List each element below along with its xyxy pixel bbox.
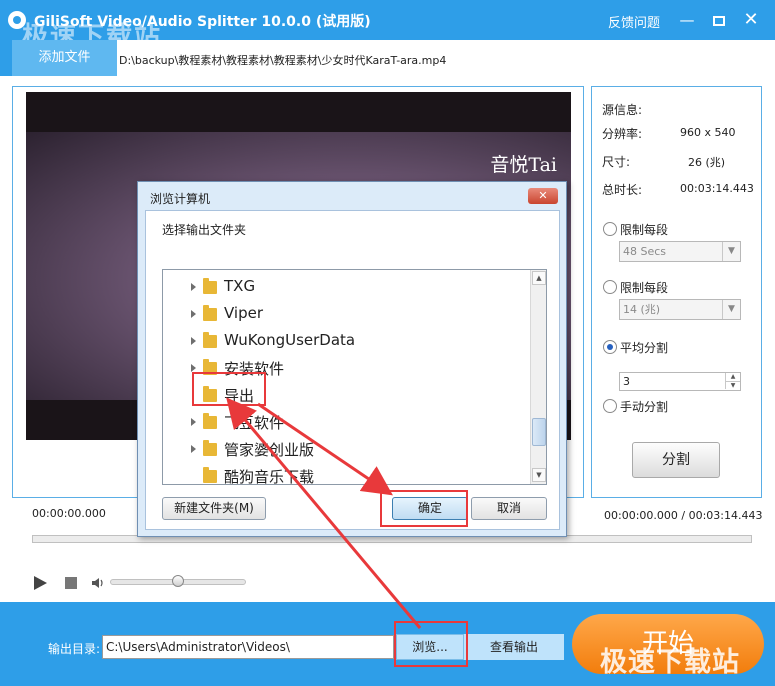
folder-label: 飞豆软件: [224, 414, 285, 432]
average-split-radio[interactable]: [603, 340, 617, 354]
folder-highlight-box: [192, 372, 266, 406]
scroll-thumb[interactable]: [532, 418, 546, 446]
duration-value: 00:03:14.443: [680, 182, 754, 195]
dialog-prompt: 选择输出文件夹: [162, 223, 247, 237]
folder-item[interactable]: 管家婆创业版: [163, 437, 530, 464]
split-settings-panel: 源信息: 分辨率: 960 x 540 尺寸: 26 (兆) 总时长: 00:0…: [591, 86, 762, 498]
manual-split-label[interactable]: 手动分割: [620, 398, 668, 415]
spin-up-icon[interactable]: ▲: [725, 373, 740, 381]
source-info-label: 源信息:: [602, 103, 643, 117]
folder-icon: [203, 278, 217, 294]
folder-item[interactable]: 酷狗音乐下载: [163, 464, 530, 485]
limit-size-select[interactable]: 14 (兆) ▼: [619, 299, 741, 320]
tree-scrollbar[interactable]: ▲ ▼: [530, 270, 546, 484]
resolution-label: 分辨率:: [602, 127, 643, 141]
close-button[interactable]: ✕: [738, 8, 764, 32]
folder-item[interactable]: TXG: [163, 275, 530, 302]
expand-arrow-icon[interactable]: [191, 364, 196, 372]
output-dir-input[interactable]: [102, 635, 394, 659]
video-caption: 音悦Tai: [490, 154, 557, 176]
duration-label: 总时长:: [602, 183, 643, 197]
dialog-title: 浏览计算机: [150, 192, 211, 206]
folder-icon: [203, 413, 217, 429]
output-dir-label: 输出目录:: [48, 642, 101, 656]
new-folder-button[interactable]: 新建文件夹(M): [162, 497, 266, 520]
add-file-button[interactable]: 添加文件: [12, 40, 117, 76]
folder-icon: [203, 467, 217, 483]
maximize-button[interactable]: [706, 8, 732, 32]
limit-time-label[interactable]: 限制每段: [620, 221, 668, 238]
chevron-down-icon: ▼: [722, 242, 740, 261]
expand-arrow-icon[interactable]: [191, 310, 196, 318]
folder-label: WuKongUserData: [224, 331, 356, 349]
browse-highlight-box: [394, 621, 468, 667]
folder-label: 酷狗音乐下载: [224, 468, 315, 485]
limit-time-value: 48 Secs: [623, 245, 667, 258]
average-split-label[interactable]: 平均分割: [620, 339, 668, 356]
ok-highlight-box: [380, 490, 468, 527]
folder-icon: [203, 305, 217, 321]
folder-item[interactable]: 飞豆软件: [163, 410, 530, 437]
feedback-link[interactable]: 反馈问题: [608, 12, 660, 31]
limit-time-select[interactable]: 48 Secs ▼: [619, 241, 741, 262]
folder-label: Viper: [224, 304, 264, 322]
folder-icon: [203, 440, 217, 456]
limit-size-label[interactable]: 限制每段: [620, 279, 668, 296]
folder-label: TXG: [224, 277, 256, 295]
limit-size-radio[interactable]: [603, 280, 617, 294]
volume-thumb[interactable]: [172, 575, 184, 587]
limit-time-radio[interactable]: [603, 222, 617, 236]
play-icon[interactable]: [34, 576, 47, 590]
scroll-up-icon[interactable]: ▲: [532, 271, 546, 285]
dialog-close-button[interactable]: ✕: [528, 188, 558, 204]
scroll-down-icon[interactable]: ▼: [532, 468, 546, 482]
total-time: 00:00:00.000 / 00:03:14.443: [604, 509, 763, 522]
title-bar: GiliSoft Video/Audio Splitter 10.0.0 (试用…: [0, 0, 775, 52]
dialog-body: 选择输出文件夹 TXG Viper WuKongUserData 安装软件 导出 飞豆软件…: [145, 210, 560, 530]
current-time: 00:00:00.000: [32, 507, 106, 520]
split-button[interactable]: 分割: [632, 442, 720, 478]
expand-arrow-icon[interactable]: [191, 445, 196, 453]
size-label: 尺寸:: [602, 155, 631, 169]
folder-label: 管家婆创业版: [224, 441, 315, 459]
chevron-down-icon: ▼: [722, 300, 740, 319]
view-output-button[interactable]: 查看输出: [464, 634, 564, 660]
limit-size-value: 14 (兆): [623, 303, 661, 316]
expand-arrow-icon[interactable]: [191, 283, 196, 291]
stop-icon[interactable]: [65, 577, 77, 589]
browse-folder-dialog: 浏览计算机 ✕ 选择输出文件夹 TXG Viper WuKongUserData 安装…: [137, 181, 567, 537]
resolution-value: 960 x 540: [680, 126, 736, 139]
cancel-button[interactable]: 取消: [471, 497, 547, 520]
volume-icon[interactable]: [91, 576, 105, 590]
spin-down-icon[interactable]: ▼: [725, 381, 740, 389]
average-split-value: 3: [623, 375, 630, 388]
minimize-button[interactable]: —: [674, 8, 700, 32]
file-path-bar: D:\backup\教程素材\教程素材\教程素材\少女时代KaraT-ara.m…: [117, 40, 775, 76]
folder-item[interactable]: WuKongUserData: [163, 329, 530, 356]
watermark-bottom: 极速下载站: [600, 647, 740, 678]
folder-icon: [203, 332, 217, 348]
average-split-input[interactable]: 3 ▲ ▼: [619, 372, 741, 391]
file-path: D:\backup\教程素材\教程素材\教程素材\少女时代KaraT-ara.m…: [119, 54, 447, 67]
folder-item[interactable]: Viper: [163, 302, 530, 329]
manual-split-radio[interactable]: [603, 399, 617, 413]
size-value: 26 (兆): [688, 156, 726, 169]
maximize-icon: [713, 15, 725, 26]
expand-arrow-icon[interactable]: [191, 418, 196, 426]
expand-arrow-icon[interactable]: [191, 337, 196, 345]
